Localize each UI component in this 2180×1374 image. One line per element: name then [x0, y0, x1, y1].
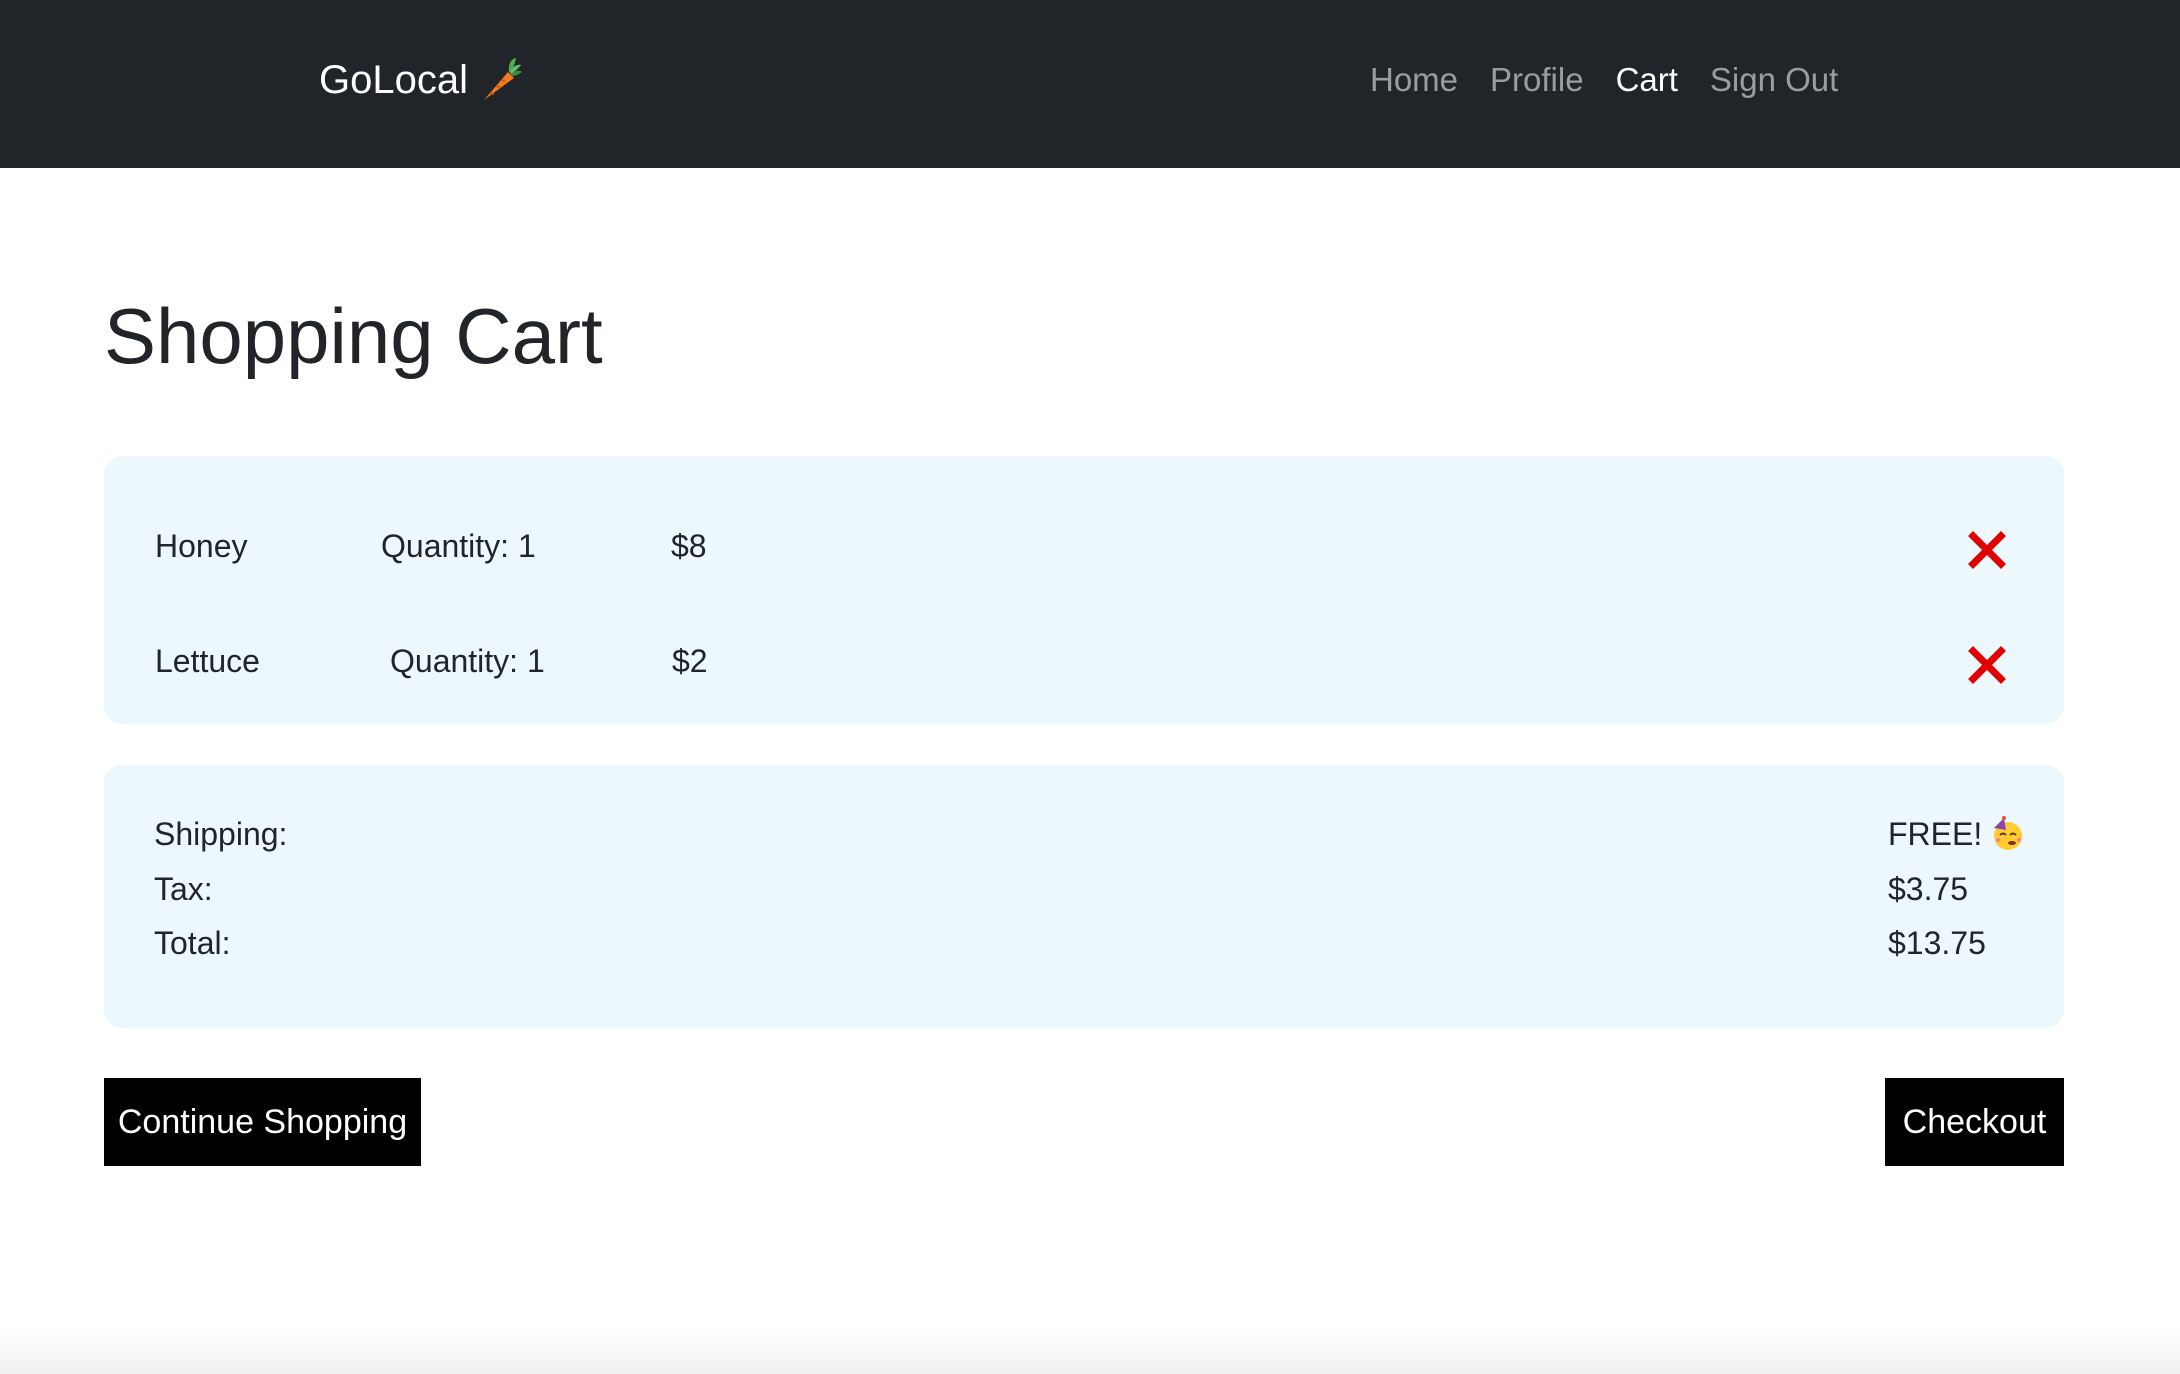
nav-link-cart[interactable]: Cart [1616, 56, 1678, 104]
shipping-row: Shipping: FREE! [104, 807, 2064, 861]
nav-links: Home Profile Cart Sign Out [1370, 56, 1838, 104]
nav-link-sign-out[interactable]: Sign Out [1710, 56, 1838, 104]
tax-label: Tax: [154, 871, 213, 907]
nav-link-profile[interactable]: Profile [1490, 56, 1584, 104]
shipping-value: FREE! [1888, 816, 1983, 852]
item-price: $8 [671, 528, 707, 564]
page-bottom-edge [0, 1330, 2180, 1374]
cart-item-row: Lettuce Quantity: 1 $2 [104, 631, 2064, 691]
tax-value: $3.75 [1888, 871, 1969, 907]
shipping-value-group: FREE! [1888, 807, 2026, 861]
continue-shopping-button[interactable]: Continue Shopping [104, 1078, 421, 1166]
checkout-button[interactable]: Checkout [1885, 1078, 2064, 1166]
cart-item-row: Honey Quantity: 1 $8 [104, 516, 2064, 576]
item-name: Honey [155, 528, 248, 564]
nav-link-home[interactable]: Home [1370, 56, 1458, 104]
brand-link[interactable]: GoLocal [319, 52, 522, 108]
total-row: Total: $13.75 [104, 916, 2064, 970]
total-value: $13.75 [1888, 925, 1986, 961]
carrot-icon [483, 58, 522, 100]
item-quantity: Quantity: 1 [390, 643, 545, 679]
party-face-icon [1994, 816, 2023, 850]
item-name: Lettuce [155, 643, 260, 679]
total-label: Total: [154, 925, 231, 961]
cart-items-panel: Honey Quantity: 1 $8 Lettuce Quantity: 1… [104, 456, 2064, 724]
top-navbar: GoLocal Home Profile Cart Sign Out [0, 0, 2180, 168]
item-quantity: Quantity: 1 [381, 528, 536, 564]
item-price: $2 [672, 643, 708, 679]
close-icon[interactable] [1967, 645, 2007, 685]
order-summary-panel: Shipping: FREE! Tax: $3.75 Total: $13.75 [104, 765, 2064, 1028]
tax-row: Tax: $3.75 [104, 862, 2064, 916]
brand-name: GoLocal [319, 58, 468, 102]
page-title: Shopping Cart [104, 292, 603, 380]
shipping-label: Shipping: [154, 816, 288, 852]
close-icon[interactable] [1967, 530, 2007, 570]
